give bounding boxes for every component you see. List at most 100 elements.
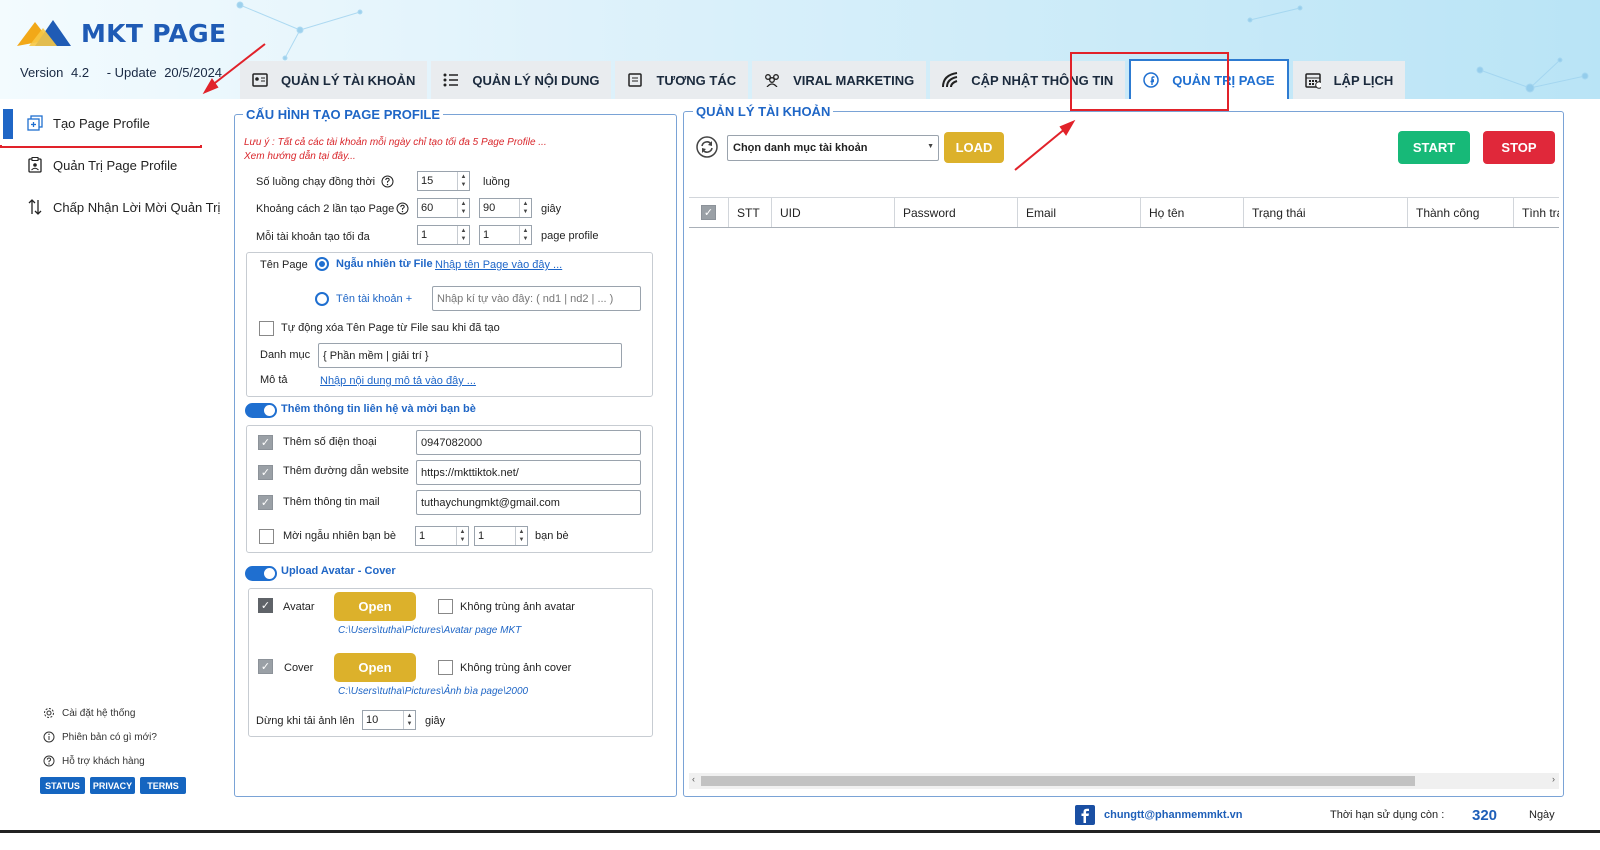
website-checkbox[interactable]: ✓ — [258, 465, 273, 480]
phone-value: 0947082000 — [421, 436, 483, 449]
col-uid[interactable]: UID — [772, 198, 895, 227]
interval-from-input[interactable]: 60 ▲ ▼ — [417, 198, 470, 218]
terms-button[interactable]: TERMS — [140, 777, 186, 794]
cover-label: Cover — [284, 662, 314, 674]
website-input[interactable]: https://mkttiktok.net/ — [416, 460, 641, 485]
col-stt[interactable]: STT — [729, 198, 772, 227]
sidebar-item-accept-admin-invite[interactable]: Chấp Nhận Lời Mời Quản Trị — [0, 185, 228, 229]
phone-input[interactable]: 0947082000 — [416, 430, 641, 455]
col-success[interactable]: Thành công — [1408, 198, 1514, 227]
mail-input[interactable]: tuthaychungmkt@gmail.com — [416, 490, 641, 515]
cover-open-button[interactable]: Open — [334, 653, 416, 682]
avatar-open-button[interactable]: Open — [334, 592, 416, 621]
guide-note[interactable]: Xem hướng dẫn tại đây... — [244, 151, 356, 162]
stop-button[interactable]: STOP — [1483, 131, 1555, 164]
spin-arrows[interactable]: ▲ ▼ — [456, 527, 468, 545]
account-name-radio[interactable] — [315, 292, 329, 306]
spin-arrows[interactable]: ▲ ▼ — [515, 527, 527, 545]
col-fullname[interactable]: Họ tên — [1141, 198, 1244, 227]
sidebar-item-label: Tạo Page Profile — [53, 115, 150, 131]
sort-arrows-icon — [27, 199, 43, 215]
invite-checkbox[interactable] — [259, 529, 274, 544]
random-from-file-label: Ngẫu nhiên từ File — [336, 258, 433, 270]
autodelete-checkbox[interactable] — [259, 321, 274, 336]
invite-unit: bạn bè — [535, 530, 569, 542]
col-condition[interactable]: Tình trạ — [1514, 198, 1559, 227]
page-name-label: Tên Page — [260, 259, 308, 271]
max-from-value: 1 — [421, 229, 428, 241]
spin-arrows[interactable]: ▲ ▼ — [457, 199, 469, 217]
contact-email[interactable]: chungtt@phanmemmkt.vn — [1075, 805, 1242, 825]
accounts-table-header: ✓ STT UID Password Email Họ tên Trạng th… — [689, 197, 1559, 228]
sidebar-item-create-page-profile[interactable]: Tạo Page Profile — [0, 101, 228, 145]
interval-to-input[interactable]: 90 ▲ ▼ — [479, 198, 532, 218]
account-suffix-input[interactable]: Nhập kí tự vào đây: ( nd1 | nd2 | ... ) — [432, 286, 641, 311]
max-from-input[interactable]: 1 ▲ ▼ — [417, 225, 470, 245]
threads-unit: luồng — [483, 176, 510, 188]
col-password[interactable]: Password — [895, 198, 1018, 227]
invite-to-input[interactable]: 1 ▲ ▼ — [474, 526, 528, 546]
contact-toggle[interactable] — [245, 403, 277, 418]
cover-unique-label: Không trùng ảnh cover — [460, 662, 572, 674]
privacy-button[interactable]: PRIVACY — [90, 777, 135, 794]
upload-toggle[interactable] — [245, 566, 277, 581]
sidebar-link-support[interactable]: Hỗ trợ khách hàng — [43, 755, 145, 767]
cover-unique-checkbox[interactable] — [438, 660, 453, 675]
cover-checkbox[interactable]: ✓ — [258, 659, 273, 674]
accounts-panel-title: QUẢN LÝ TÀI KHOẢN — [693, 104, 834, 119]
phone-checkbox[interactable]: ✓ — [258, 435, 273, 450]
email-text: chungtt@phanmemmkt.vn — [1104, 809, 1243, 821]
description-link[interactable]: Nhập nội dung mô tả vào đây ... — [320, 375, 476, 387]
help-icon[interactable] — [381, 175, 394, 188]
max-to-input[interactable]: 1 ▲ ▼ — [479, 225, 532, 245]
spin-arrows[interactable]: ▲ ▼ — [403, 711, 415, 729]
invite-label: Mời ngẫu nhiên bạn bè — [283, 530, 397, 542]
col-email[interactable]: Email — [1018, 198, 1141, 227]
sidebar-link-whats-new[interactable]: Phiên bản có gì mới? — [43, 731, 157, 743]
threads-value: 15 — [421, 175, 434, 187]
account-category-select[interactable]: Chọn danh mục tài khoản ▼ — [727, 135, 939, 161]
scroll-right-icon[interactable]: › — [1552, 774, 1555, 784]
stop-upload-input[interactable]: 10 ▲ ▼ — [362, 710, 416, 730]
invite-from-input[interactable]: 1 ▲ ▼ — [415, 526, 469, 546]
max-unit: page profile — [541, 230, 599, 242]
avatar-checkbox[interactable]: ✓ — [258, 598, 273, 613]
scroll-left-icon[interactable]: ‹ — [692, 774, 695, 784]
phone-label: Thêm số điện thoại — [283, 436, 377, 448]
mail-checkbox[interactable]: ✓ — [258, 495, 273, 510]
footer-divider — [0, 830, 1600, 833]
select-all-checkbox[interactable]: ✓ — [701, 205, 716, 220]
category-input[interactable]: { Phần mềm | giải trí } — [318, 343, 622, 368]
remaining-label: Thời hạn sử dụng còn : — [1330, 809, 1445, 821]
admin-clipboard-icon — [27, 157, 43, 173]
spin-arrows[interactable]: ▲ ▼ — [519, 226, 531, 244]
spin-arrows[interactable]: ▲ ▼ — [457, 172, 469, 190]
autodelete-label: Tự động xóa Tên Page từ File sau khi đã … — [281, 322, 500, 334]
table-horizontal-scrollbar[interactable]: ‹ › — [689, 773, 1559, 789]
status-button[interactable]: STATUS — [40, 777, 85, 794]
limit-note: Lưu ý : Tất cả các tài khoản mỗi ngày ch… — [244, 137, 547, 148]
load-button[interactable]: LOAD — [944, 132, 1004, 163]
avatar-unique-checkbox[interactable] — [438, 599, 453, 614]
start-button[interactable]: START — [1398, 131, 1470, 164]
page-name-file-link[interactable]: Nhập tên Page vào đây ... — [435, 259, 562, 271]
contact-toggle-label: Thêm thông tin liên hệ và mời bạn bè — [281, 403, 476, 415]
cover-path: C:\Users\tutha\Pictures\Ảnh bìa page\200… — [338, 686, 529, 697]
help-icon — [43, 755, 55, 767]
threads-input[interactable]: 15 ▲ ▼ — [417, 171, 470, 191]
refresh-icon[interactable] — [696, 136, 718, 158]
scrollbar-thumb[interactable] — [701, 776, 1415, 786]
mail-label: Thêm thông tin mail — [283, 496, 380, 508]
account-suffix-placeholder: Nhập kí tự vào đây: ( nd1 | nd2 | ... ) — [437, 292, 614, 305]
mail-value: tuthaychungmkt@gmail.com — [421, 496, 560, 509]
spin-arrows[interactable]: ▲ ▼ — [457, 226, 469, 244]
account-category-value: Chọn danh mục tài khoản — [733, 142, 868, 154]
account-name-label: Tên tài khoản + — [336, 293, 413, 305]
help-icon[interactable] — [396, 202, 409, 215]
max-to-value: 1 — [483, 229, 490, 241]
spin-arrows[interactable]: ▲ ▼ — [519, 199, 531, 217]
random-from-file-radio[interactable] — [315, 257, 329, 271]
sidebar-link-settings[interactable]: Cài đặt hệ thống — [43, 707, 135, 719]
col-status[interactable]: Trạng thái — [1244, 198, 1408, 227]
sidebar-item-admin-page-profile[interactable]: Quản Trị Page Profile — [0, 143, 228, 187]
